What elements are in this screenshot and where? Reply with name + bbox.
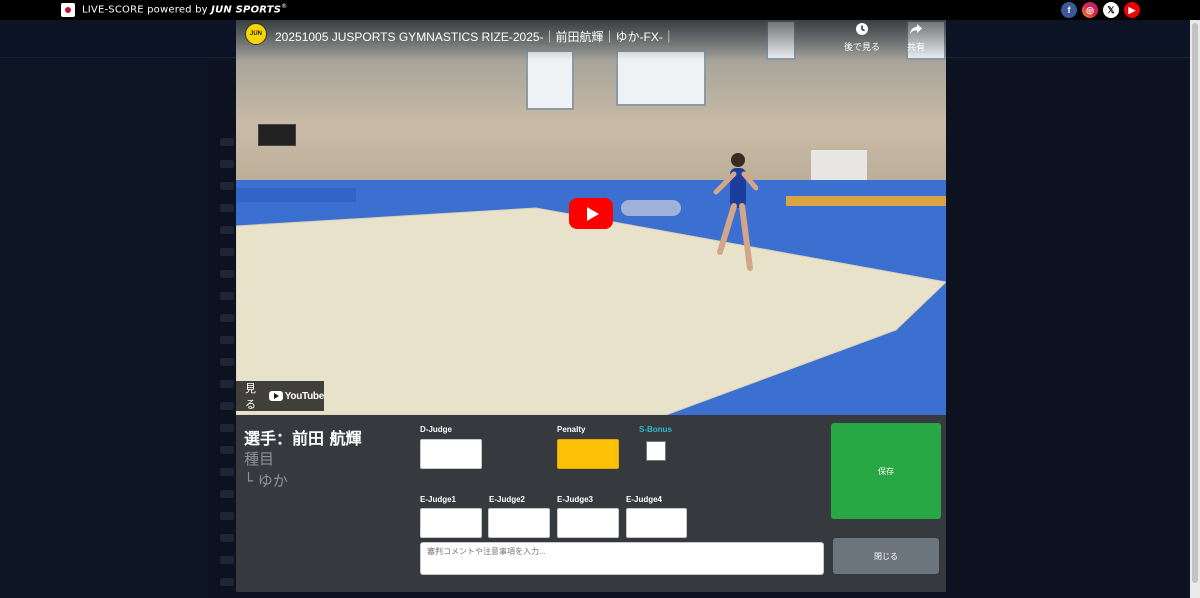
e-judge1-label: E-Judge1 xyxy=(420,495,457,504)
instagram-icon[interactable]: ◎ xyxy=(1082,2,1098,18)
channel-logo[interactable]: JUN xyxy=(245,23,267,45)
penalty-input[interactable] xyxy=(557,439,619,469)
s-bonus-label: S-Bonus xyxy=(639,425,672,434)
top-bar: LIVE-SCORE powered by JUN SPORTS® f ◎ 𝕏 … xyxy=(0,0,1200,20)
watch-on-youtube-button[interactable]: 見る YouTube xyxy=(236,381,324,411)
facebook-icon[interactable]: f xyxy=(1061,2,1077,18)
x-icon[interactable]: 𝕏 xyxy=(1103,2,1119,18)
scrollbar-thumb[interactable] xyxy=(1192,23,1198,583)
brand-registered: ® xyxy=(281,3,288,10)
share-button[interactable]: 共有 xyxy=(891,22,941,53)
japan-flag-icon xyxy=(61,3,75,17)
share-label: 共有 xyxy=(906,42,925,52)
e-judge3-input[interactable] xyxy=(557,508,619,538)
s-bonus-checkbox[interactable] xyxy=(646,441,666,461)
memo-textarea[interactable] xyxy=(420,542,824,575)
memo-label: Memo xyxy=(420,529,443,538)
save-button[interactable]: 保存 xyxy=(831,423,941,519)
youtube-video-player[interactable]: JUN 20251005 JUSPORTS GYMNASTICS RIZE-20… xyxy=(236,20,946,415)
event-value: └ ゆか xyxy=(244,472,288,490)
video-title[interactable]: 20251005 JUSPORTS GYMNASTICS RIZE-2025-｜… xyxy=(275,28,675,45)
play-button[interactable] xyxy=(569,198,613,229)
e-judge4-input[interactable] xyxy=(626,508,687,538)
watch-later-label: 後で見る xyxy=(843,42,880,52)
scoring-modal: JUN 20251005 JUSPORTS GYMNASTICS RIZE-20… xyxy=(236,20,946,592)
close-button[interactable]: 閉じる xyxy=(833,538,939,574)
event-label: 種目 xyxy=(244,450,275,468)
youtube-icon[interactable]: ▶ xyxy=(1124,2,1140,18)
d-judge-label: D-Judge xyxy=(420,425,452,434)
youtube-play-icon xyxy=(268,391,283,401)
e-judge4-label: E-Judge4 xyxy=(626,495,663,504)
e-judge3-label: E-Judge3 xyxy=(557,495,594,504)
e-judge2-input[interactable] xyxy=(488,508,550,538)
watch-on-label: 見る xyxy=(245,383,256,411)
brand-name: JUN SPORTS xyxy=(211,4,282,16)
brand-prefix: LIVE-SCORE powered by xyxy=(82,4,212,16)
d-judge-input[interactable] xyxy=(420,439,482,469)
athlete-figure xyxy=(713,153,758,271)
penalty-label: Penalty xyxy=(557,425,586,434)
share-arrow-icon xyxy=(910,24,922,34)
watch-later-button[interactable]: 後で見る xyxy=(837,22,887,53)
scoring-form: 選手：前田 航輝 種目 └ ゆか D-Judge Penalty S-Bonus… xyxy=(236,415,946,592)
athlete-name: 選手：前田 航輝 xyxy=(244,429,362,448)
clock-icon xyxy=(856,23,868,35)
youtube-logo: YouTube xyxy=(268,390,325,402)
live-score-brand: LIVE-SCORE powered by JUN SPORTS® xyxy=(82,3,287,15)
youtube-wordmark: YouTube xyxy=(284,390,325,402)
page-scrollbar[interactable] xyxy=(1190,20,1200,598)
e-judge2-label: E-Judge2 xyxy=(489,495,526,504)
